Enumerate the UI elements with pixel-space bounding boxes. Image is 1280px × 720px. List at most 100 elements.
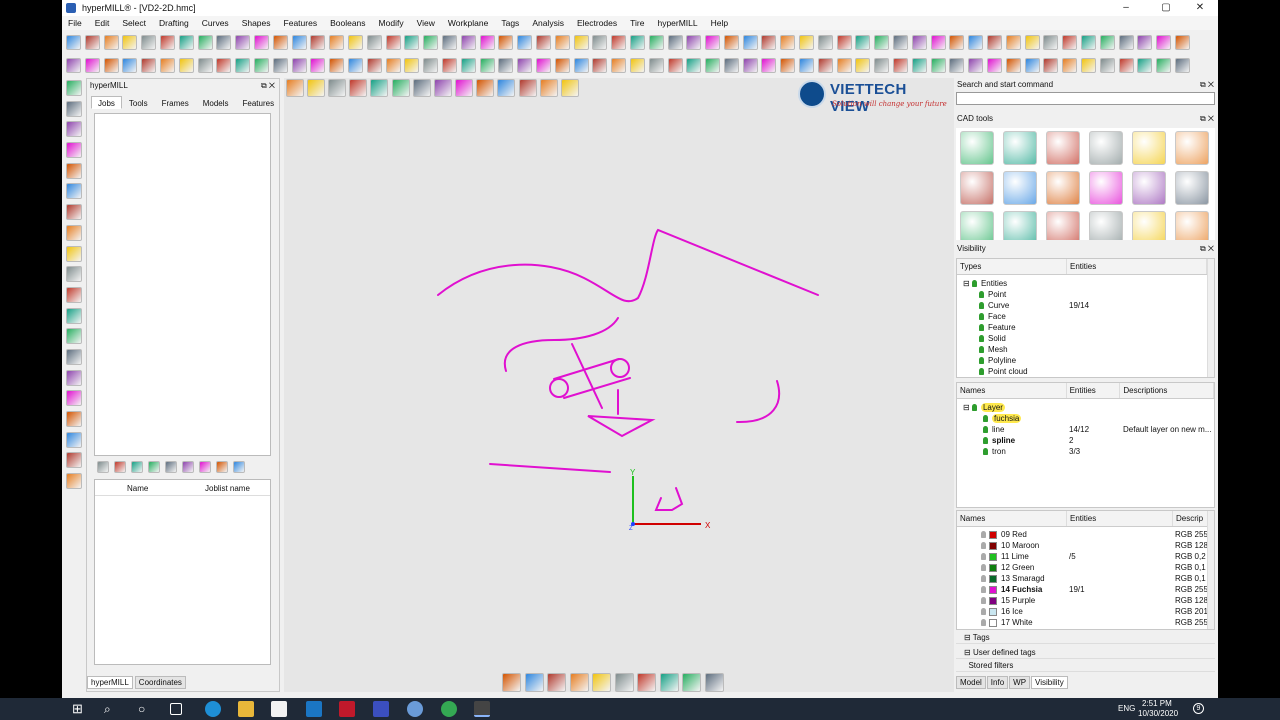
toolbar1-tool-46-icon[interactable] <box>911 34 927 50</box>
toolbar1-tool-5-icon[interactable] <box>141 34 157 50</box>
app2-taskbar-icon[interactable] <box>407 701 423 717</box>
toolbar2-tool-58-icon[interactable] <box>1137 57 1153 73</box>
cad-tool-14-icon[interactable] <box>1003 211 1037 240</box>
color-row[interactable]: 12 Green RGB 0,1 <box>957 562 1214 573</box>
job-tool-1-icon[interactable] <box>97 461 109 473</box>
toolbar1-tool-12-icon[interactable] <box>272 34 288 50</box>
toolbar1-tool-6-icon[interactable] <box>159 34 175 50</box>
notification-badge[interactable]: 9 <box>1193 703 1204 714</box>
toolbar2-tool-13-icon[interactable] <box>291 57 307 73</box>
color-row[interactable]: 17 White RGB 255 <box>957 617 1214 628</box>
color-row[interactable]: 13 Smaragd RGB 0,1 <box>957 573 1214 584</box>
color-visibility-icon[interactable] <box>981 586 986 593</box>
types-list[interactable]: Types Entities ⊟ Entities Point Curve 19/14… <box>956 258 1215 378</box>
type-row[interactable]: Polyline <box>957 355 1214 366</box>
curve-bottom-line[interactable] <box>489 463 611 473</box>
toolbar1-tool-50-icon[interactable] <box>987 34 1003 50</box>
toolbar1-tool-13-icon[interactable] <box>291 34 307 50</box>
toolbar1-tool-28-icon[interactable] <box>573 34 589 50</box>
toolbar2-tool-41-icon[interactable] <box>817 57 833 73</box>
menu-select[interactable]: Select <box>122 18 146 28</box>
type-row[interactable]: Curve 19/14 <box>957 300 1214 311</box>
joblist-table[interactable]: Name Joblist name <box>94 479 271 665</box>
search-close-icon[interactable]: ⧉ ✕ <box>1200 78 1214 92</box>
toolbar1-tool-17-icon[interactable] <box>366 34 382 50</box>
toolbar2-tool-7-icon[interactable] <box>178 57 194 73</box>
toolbar1-tool-55-icon[interactable] <box>1081 34 1097 50</box>
job-tool-5-icon[interactable] <box>165 461 177 473</box>
toolbar1-tool-10-icon[interactable] <box>235 34 251 50</box>
toolbar1-tool-39-icon[interactable] <box>780 34 796 50</box>
toolbar1-tool-41-icon[interactable] <box>817 34 833 50</box>
toolbar2-tool-20-icon[interactable] <box>423 57 439 73</box>
types-scrollbar[interactable] <box>1207 259 1214 377</box>
color-visibility-icon[interactable] <box>981 619 986 626</box>
tab-jobs[interactable]: Jobs <box>91 96 122 109</box>
job-tool-6-icon[interactable] <box>182 461 194 473</box>
toolbar1-tool-49-icon[interactable] <box>968 34 984 50</box>
color-visibility-icon[interactable] <box>981 575 986 582</box>
cad-tools-close-icon[interactable]: ⧉ ✕ <box>1200 112 1214 126</box>
view-mode-6-icon[interactable] <box>614 673 634 692</box>
toolbar1-tool-54-icon[interactable] <box>1062 34 1078 50</box>
visibility-bulb-icon[interactable] <box>979 313 984 321</box>
cad-tool-12-icon[interactable] <box>1175 171 1209 205</box>
visibility-bulb-icon[interactable] <box>979 291 984 299</box>
side-tool-16-icon[interactable] <box>66 390 82 407</box>
side-tool-9-icon[interactable] <box>66 245 82 262</box>
menu-features[interactable]: Features <box>284 18 318 28</box>
menu-booleans[interactable]: Booleans <box>330 18 365 28</box>
toolbar1-tool-56-icon[interactable] <box>1099 34 1115 50</box>
toolbar1-tool-44-icon[interactable] <box>874 34 890 50</box>
toolbar1-tool-30-icon[interactable] <box>611 34 627 50</box>
toolbar2-tool-55-icon[interactable] <box>1081 57 1097 73</box>
edge-browser-icon[interactable] <box>205 701 221 717</box>
menu-modify[interactable]: Modify <box>379 18 404 28</box>
user-tags-row[interactable]: ⊟ User defined tags <box>956 647 1215 659</box>
view-mode-9-icon[interactable] <box>682 673 701 692</box>
visibility-bulb-icon[interactable] <box>983 448 988 456</box>
toolbar1-tool-42-icon[interactable] <box>836 34 852 50</box>
side-tool-13-icon[interactable] <box>66 328 82 345</box>
type-row[interactable]: Point <box>957 289 1214 300</box>
color-row[interactable]: 09 Red RGB 255 <box>957 529 1214 540</box>
menu-edit[interactable]: Edit <box>95 18 110 28</box>
cad-tool-9-icon[interactable] <box>1046 171 1080 205</box>
toolbar2-tool-39-icon[interactable] <box>780 57 796 73</box>
toolbar1-tool-9-icon[interactable] <box>216 34 232 50</box>
side-tool-7-icon[interactable] <box>66 204 82 221</box>
color-row[interactable]: 15 Purple RGB 128 <box>957 595 1214 606</box>
toolbar2-tool-32-icon[interactable] <box>648 57 664 73</box>
curve-circle-right[interactable] <box>610 358 630 378</box>
cad-tool-2-icon[interactable] <box>1003 131 1037 165</box>
side-tool-11-icon[interactable] <box>66 286 82 303</box>
view-mode-7-icon[interactable] <box>637 673 656 692</box>
toolbar2-tool-50-icon[interactable] <box>987 57 1003 73</box>
curve-triangle[interactable] <box>587 415 656 438</box>
toolbar1-tool-33-icon[interactable] <box>667 34 683 50</box>
toolbar2-tool-24-icon[interactable] <box>498 57 514 73</box>
toolbar2-tool-42-icon[interactable] <box>836 57 852 73</box>
view-mode-3-icon[interactable] <box>547 673 566 692</box>
toolbar1-tool-27-icon[interactable] <box>554 34 570 50</box>
curve-top-arc[interactable] <box>437 228 819 303</box>
cad-tool-15-icon[interactable] <box>1046 211 1080 240</box>
toolbar1-tool-47-icon[interactable] <box>930 34 946 50</box>
layers-list[interactable]: Names Entities Descriptions ⊟ Layer fuchs… <box>956 382 1215 508</box>
visibility-bulb-icon[interactable] <box>979 324 984 332</box>
side-tool-19-icon[interactable] <box>66 452 82 469</box>
toolbar2-tool-16-icon[interactable] <box>347 57 363 73</box>
toolbar2-tool-26-icon[interactable] <box>535 57 551 73</box>
side-tool-2-icon[interactable] <box>66 100 82 117</box>
toolbar1-tool-36-icon[interactable] <box>723 34 739 50</box>
geometry-canvas[interactable]: Y X Z <box>284 78 954 692</box>
visibility-bulb-icon[interactable] <box>979 335 984 343</box>
toolbar2-tool-19-icon[interactable] <box>404 57 420 73</box>
view-mode-2-icon[interactable] <box>524 673 544 692</box>
side-tool-3-icon[interactable] <box>66 121 82 138</box>
tab-hypermill[interactable]: hyperMILL <box>87 676 133 689</box>
toolbar2-tool-54-icon[interactable] <box>1062 57 1078 73</box>
search-icon[interactable]: ⌕ <box>104 701 120 717</box>
types-col-types[interactable]: Types <box>957 259 1067 274</box>
side-tool-17-icon[interactable] <box>66 411 82 427</box>
